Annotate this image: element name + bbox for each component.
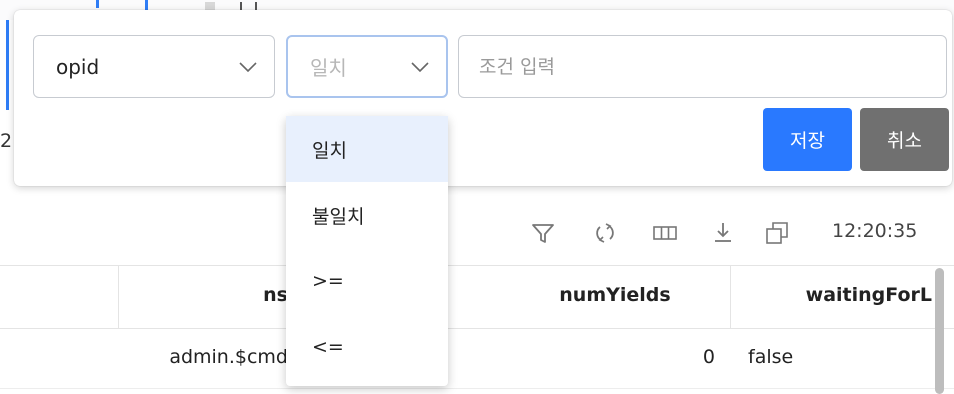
cell-ns: admin.$cmd: [169, 346, 288, 368]
refresh-icon[interactable]: [592, 220, 618, 246]
operator-dropdown-menu: 일치 불일치 >= <=: [286, 116, 448, 386]
filter-icon[interactable]: [530, 220, 556, 246]
grid-border: [0, 328, 954, 329]
vertical-scrollbar[interactable]: [935, 268, 944, 394]
cell-numyields: 0: [702, 346, 715, 368]
chart-axis-label: 2: [0, 130, 13, 152]
column-divider[interactable]: [730, 266, 731, 328]
condition-input[interactable]: [458, 35, 947, 98]
last-updated-time: 12:20:35: [832, 220, 918, 242]
operator-select-value: 일치: [310, 56, 347, 80]
chevron-down-icon: [411, 61, 429, 72]
column-header-ns[interactable]: ns: [118, 284, 288, 306]
menu-item-not-match[interactable]: 불일치: [286, 182, 448, 248]
column-header-waitingforl[interactable]: waitingForL: [742, 284, 932, 306]
field-select-value: opid: [56, 54, 100, 79]
chart-line-left: [6, 20, 9, 110]
operator-select[interactable]: 일치: [286, 35, 448, 98]
popout-icon[interactable]: [764, 220, 790, 246]
grid-border: [0, 388, 954, 389]
chevron-down-icon: [239, 61, 257, 72]
grid-border: [0, 265, 954, 266]
save-button[interactable]: 저장: [763, 108, 852, 171]
menu-item-match[interactable]: 일치: [286, 116, 448, 182]
columns-icon[interactable]: [652, 220, 678, 246]
cell-waitingforl: false: [748, 346, 794, 368]
download-icon[interactable]: [710, 220, 736, 246]
field-select[interactable]: opid: [33, 35, 275, 98]
cancel-button[interactable]: 취소: [860, 108, 949, 171]
column-header-numyields[interactable]: numYields: [510, 284, 720, 306]
grid-toolbar: [530, 218, 830, 248]
chart-line-segment: [96, 0, 99, 8]
menu-item-less-equal[interactable]: <=: [286, 314, 448, 380]
menu-item-greater-equal[interactable]: >=: [286, 248, 448, 314]
